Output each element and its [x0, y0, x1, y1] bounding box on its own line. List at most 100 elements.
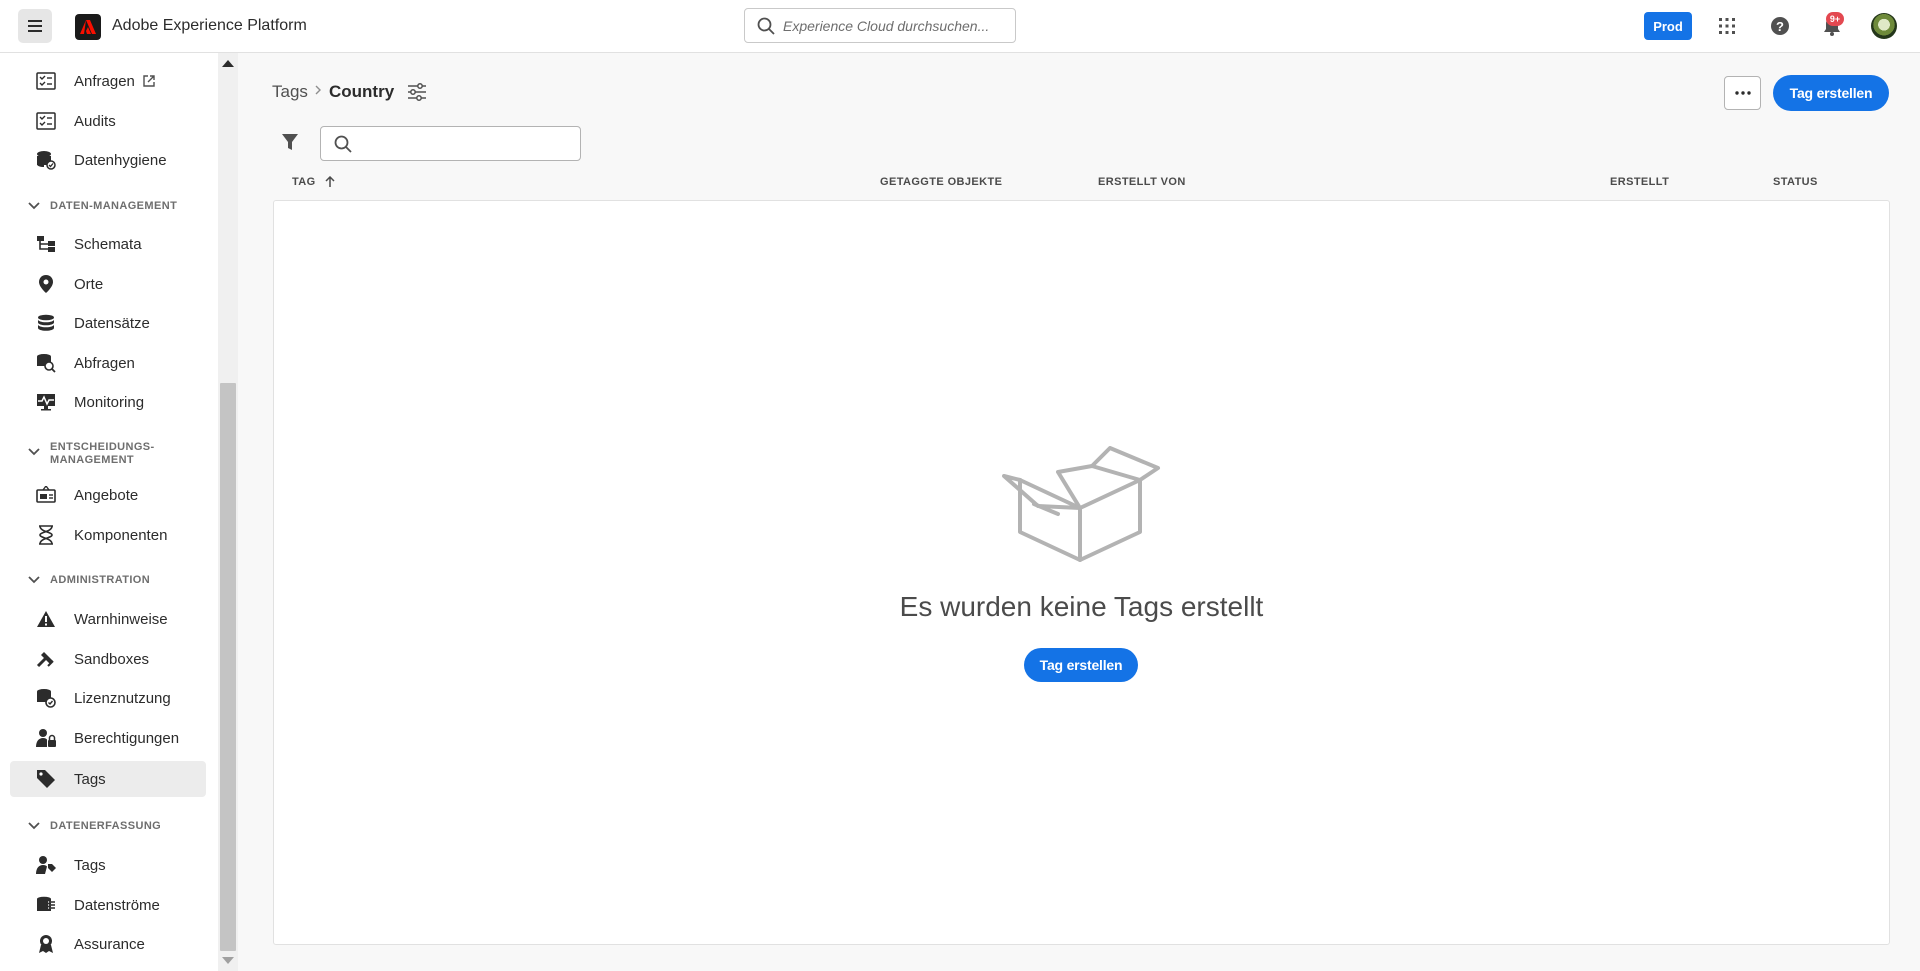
empty-state-create-tag-button[interactable]: Tag erstellen [1024, 648, 1138, 682]
sidebar-item-label: Warnhinweise [74, 610, 168, 628]
sandbox-icon [35, 648, 57, 670]
filter-icon[interactable] [281, 133, 299, 151]
sidebar-item-abfragen[interactable]: Abfragen [10, 345, 206, 381]
components-icon [35, 524, 57, 546]
sidebar-item-berechtigungen[interactable]: Berechtigungen [10, 720, 206, 756]
column-header-label: ERSTELLT VON [1098, 176, 1186, 188]
search-icon [334, 135, 352, 153]
help-icon[interactable]: ? [1768, 14, 1792, 38]
more-icon [1734, 91, 1751, 95]
chevron-down-icon [28, 448, 40, 456]
monitoring-icon [35, 391, 57, 413]
section-title-line: ENTSCHEIDUNGS- [50, 441, 155, 453]
alert-icon [35, 608, 57, 630]
sort-ascending-icon [325, 176, 335, 188]
tags-table [273, 200, 1890, 945]
sidebar-item-label: Monitoring [74, 393, 145, 411]
sidebar-item-angebote[interactable]: Angebote [10, 477, 206, 513]
category-settings-icon[interactable] [407, 82, 427, 102]
scroll-up-icon[interactable] [222, 60, 234, 67]
sidebar-item-label: Datenströme [74, 896, 160, 914]
query-icon [35, 352, 57, 374]
sidebar-item-anfragen[interactable]: Anfragen [10, 63, 206, 99]
scrollbar-thumb[interactable] [220, 383, 236, 951]
hamburger-icon [28, 20, 42, 32]
database-icon [35, 312, 57, 334]
scroll-down-icon[interactable] [222, 957, 234, 964]
section-title: ADMINISTRATION [50, 574, 151, 586]
sidebar-item-audits[interactable]: Audits [10, 103, 206, 139]
adobe-logo[interactable] [75, 14, 101, 40]
breadcrumb-current: Country [329, 82, 395, 101]
section-daten-management[interactable]: DATEN-MANAGEMENT [28, 200, 177, 213]
column-header-created[interactable]: ERSTELLT [1610, 176, 1669, 188]
global-search[interactable] [744, 8, 1016, 43]
global-search-input[interactable] [783, 17, 993, 34]
section-title: DATENERFASSUNG [50, 820, 162, 832]
sidebar-item-assurance[interactable]: Assurance [10, 926, 206, 962]
column-header-label: GETAGGTE OBJEKTE [880, 176, 1003, 188]
section-datenerfassung[interactable]: DATENERFASSUNG [28, 820, 161, 833]
external-link-icon [143, 75, 155, 87]
column-header-created-by[interactable]: ERSTELLT VON [1098, 176, 1186, 188]
adobe-icon [80, 20, 96, 34]
sandbox-switcher-button[interactable]: Prod [1644, 12, 1692, 40]
chevron-down-icon [28, 202, 40, 210]
apps-grid-icon[interactable] [1715, 14, 1739, 38]
sidebar-item-warnhinweise[interactable]: Warnhinweise [10, 601, 206, 637]
sidebar-item-label: Orte [74, 275, 104, 293]
sidebar-item-komponenten[interactable]: Komponenten [10, 517, 206, 553]
user-avatar[interactable] [1871, 13, 1897, 39]
app-title[interactable]: Adobe Experience Platform [112, 17, 307, 35]
location-pin-icon [35, 273, 57, 295]
sidebar-item-monitoring[interactable]: Monitoring [10, 384, 206, 420]
launch-tags-icon [35, 854, 57, 876]
sidebar-item-label: Datenhygiene [74, 151, 167, 169]
sidebar-item-datenhygiene[interactable]: Datenhygiene [10, 142, 206, 178]
chevron-right-icon [314, 84, 322, 96]
breadcrumb-parent-link[interactable]: Tags [272, 82, 308, 102]
top-bar: Adobe Experience Platform Prod ? 9+ [0, 0, 1920, 53]
assurance-icon [35, 933, 57, 955]
sidebar-item-label: Komponenten [74, 526, 168, 544]
sidebar-item-label: Schemata [74, 235, 142, 253]
create-tag-button[interactable]: Tag erstellen [1773, 75, 1889, 111]
sidebar-item-label: Tags [74, 856, 106, 874]
sidebar-item-launch-tags[interactable]: Tags [10, 847, 206, 883]
sidebar-item-orte[interactable]: Orte [10, 266, 206, 302]
menu-toggle-button[interactable] [18, 9, 52, 43]
column-header-label: ERSTELLT [1610, 176, 1670, 188]
svg-text:?: ? [1776, 19, 1784, 34]
notification-badge: 9+ [1826, 12, 1844, 26]
chevron-down-icon [28, 822, 40, 830]
table-search-input[interactable] [360, 135, 570, 152]
table-search[interactable] [320, 126, 581, 161]
empty-state-message: Es wurden keine Tags erstellt [899, 591, 1264, 622]
more-actions-button[interactable] [1724, 76, 1761, 110]
sidebar-item-tags[interactable]: Tags [10, 761, 206, 797]
sidebar-item-schemata[interactable]: Schemata [10, 226, 206, 262]
sidebar-item-lizenznutzung[interactable]: Lizenznutzung [10, 680, 206, 716]
sidebar-item-label: Sandboxes [74, 650, 150, 668]
sidebar-item-label: Tags [74, 770, 106, 788]
checklist-icon [35, 110, 57, 132]
sidebar-item-label: Angebote [74, 486, 139, 504]
column-header-tagged-objects[interactable]: GETAGGTE OBJEKTE [880, 176, 1002, 188]
sidebar-item-label: Assurance [74, 935, 145, 953]
section-entscheidungs-management[interactable]: ENTSCHEIDUNGS- MANAGEMENT [28, 441, 155, 467]
chevron-down-icon [28, 576, 40, 584]
checklist-icon [35, 70, 57, 92]
permissions-icon [35, 727, 57, 749]
sidebar-item-label: Berechtigungen [74, 729, 180, 747]
sidebar-item-sandboxes[interactable]: Sandboxes [10, 641, 206, 677]
column-header-label: TAG [292, 176, 316, 188]
sidebar-item-datensaetze[interactable]: Datensätze [10, 305, 206, 341]
offers-icon [35, 484, 57, 506]
schema-icon [35, 233, 57, 255]
section-administration[interactable]: ADMINISTRATION [28, 574, 150, 587]
column-header-status[interactable]: STATUS [1773, 176, 1818, 188]
section-title: ENTSCHEIDUNGS- MANAGEMENT [50, 441, 155, 467]
column-header-tag[interactable]: TAG [292, 176, 335, 188]
column-header-label: STATUS [1773, 176, 1818, 188]
sidebar-item-datenstroeme[interactable]: Datenströme [10, 887, 206, 923]
